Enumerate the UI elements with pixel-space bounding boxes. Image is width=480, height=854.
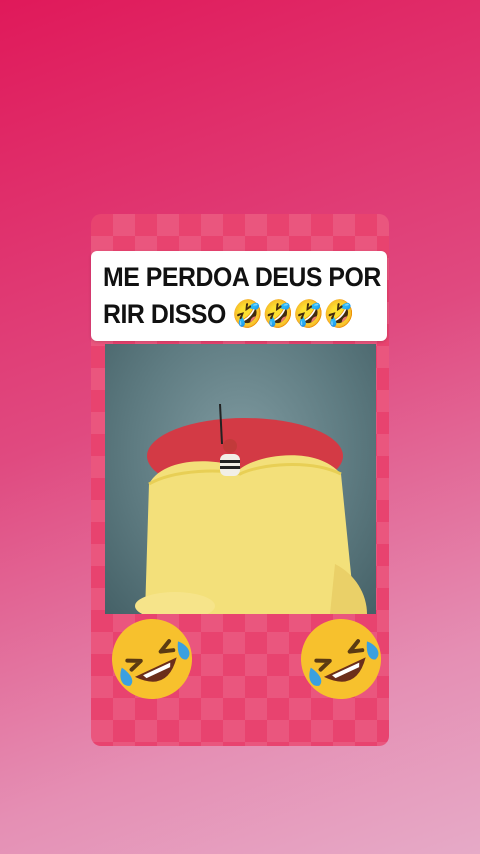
caption-line-2: RIR DISSO 🤣🤣🤣🤣 — [103, 299, 355, 329]
caption-box: ME PERDOA DEUS POR RIR DISSO 🤣🤣🤣🤣 — [91, 251, 387, 341]
cartoon-scene — [135, 403, 367, 614]
video-frame[interactable] — [105, 344, 376, 614]
rolling-on-floor-laughing-icon — [296, 614, 386, 704]
rolling-on-floor-laughing-icon — [107, 614, 197, 704]
caption-line-1: ME PERDOA DEUS POR — [103, 262, 381, 292]
